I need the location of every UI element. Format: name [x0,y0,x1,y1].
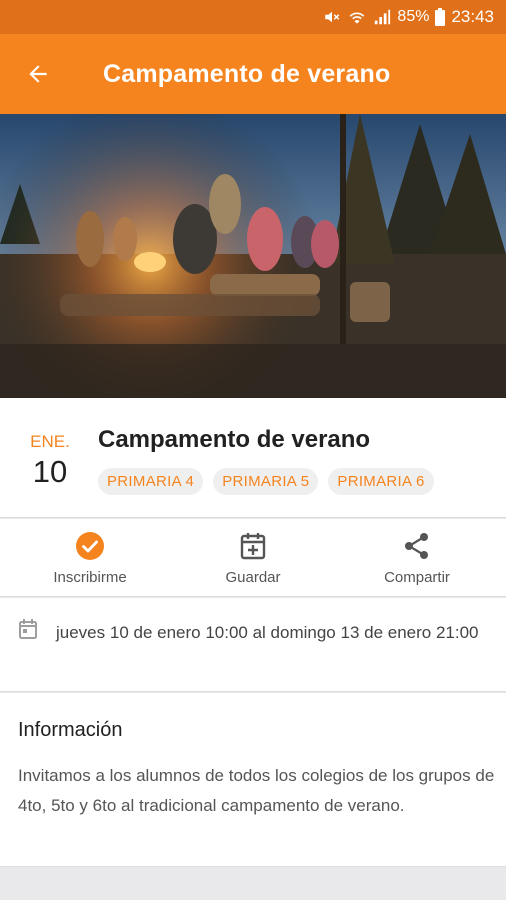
event-header: ENE. 10 Campamento de verano PRIMARIA 4 … [0,398,506,518]
event-day: 10 [32,454,68,489]
info-body: Invitamos a los alumnos de todos los col… [18,766,495,815]
mute-icon [325,11,340,23]
info-section: Información Invitamos a los alumnos de t… [0,693,506,867]
action-bar: Inscribirme Guardar Compartir [0,519,506,597]
schedule-row: jueves 10 de enero 10:00 al domingo 13 d… [0,598,506,692]
battery-icon [435,8,446,26]
save-button[interactable]: Guardar [169,519,337,597]
share-icon [405,533,428,559]
page-title: Campamento de verano [103,60,391,88]
tag-chip: PRIMARIA 6 [328,468,434,495]
schedule-text: jueves 10 de enero 10:00 al domingo 13 d… [56,623,479,642]
app-bar: Campamento de verano [0,34,506,114]
check-circle-icon [76,532,104,560]
signal-icon [375,9,391,25]
battery-percent: 85% [397,8,430,25]
calendar-add-icon [240,533,266,560]
info-title: Información [18,719,123,741]
enroll-button[interactable]: Inscribirme [6,519,174,597]
share-label: Compartir [384,569,450,586]
event-photo [0,114,506,398]
tag-list: PRIMARIA 4 PRIMARIA 5 PRIMARIA 6 [98,468,434,495]
clock: 23:43 [451,7,494,26]
arrow-back-icon [29,65,47,83]
status-icons: 85% 23:43 [323,7,494,27]
calendar-icon [19,619,37,639]
share-button[interactable]: Compartir [333,519,501,597]
back-button[interactable] [18,56,58,92]
tag-chip: PRIMARIA 5 [213,468,319,495]
wifi-icon [350,12,365,24]
status-bar: 85% 23:43 [0,0,506,34]
enroll-label: Inscribirme [53,569,127,586]
calendar-icon-wrap [18,618,38,645]
event-month: ENE. [30,432,70,451]
event-title: Campamento de verano [98,426,371,453]
save-label: Guardar [225,569,281,586]
tag-chip: PRIMARIA 4 [98,468,204,495]
